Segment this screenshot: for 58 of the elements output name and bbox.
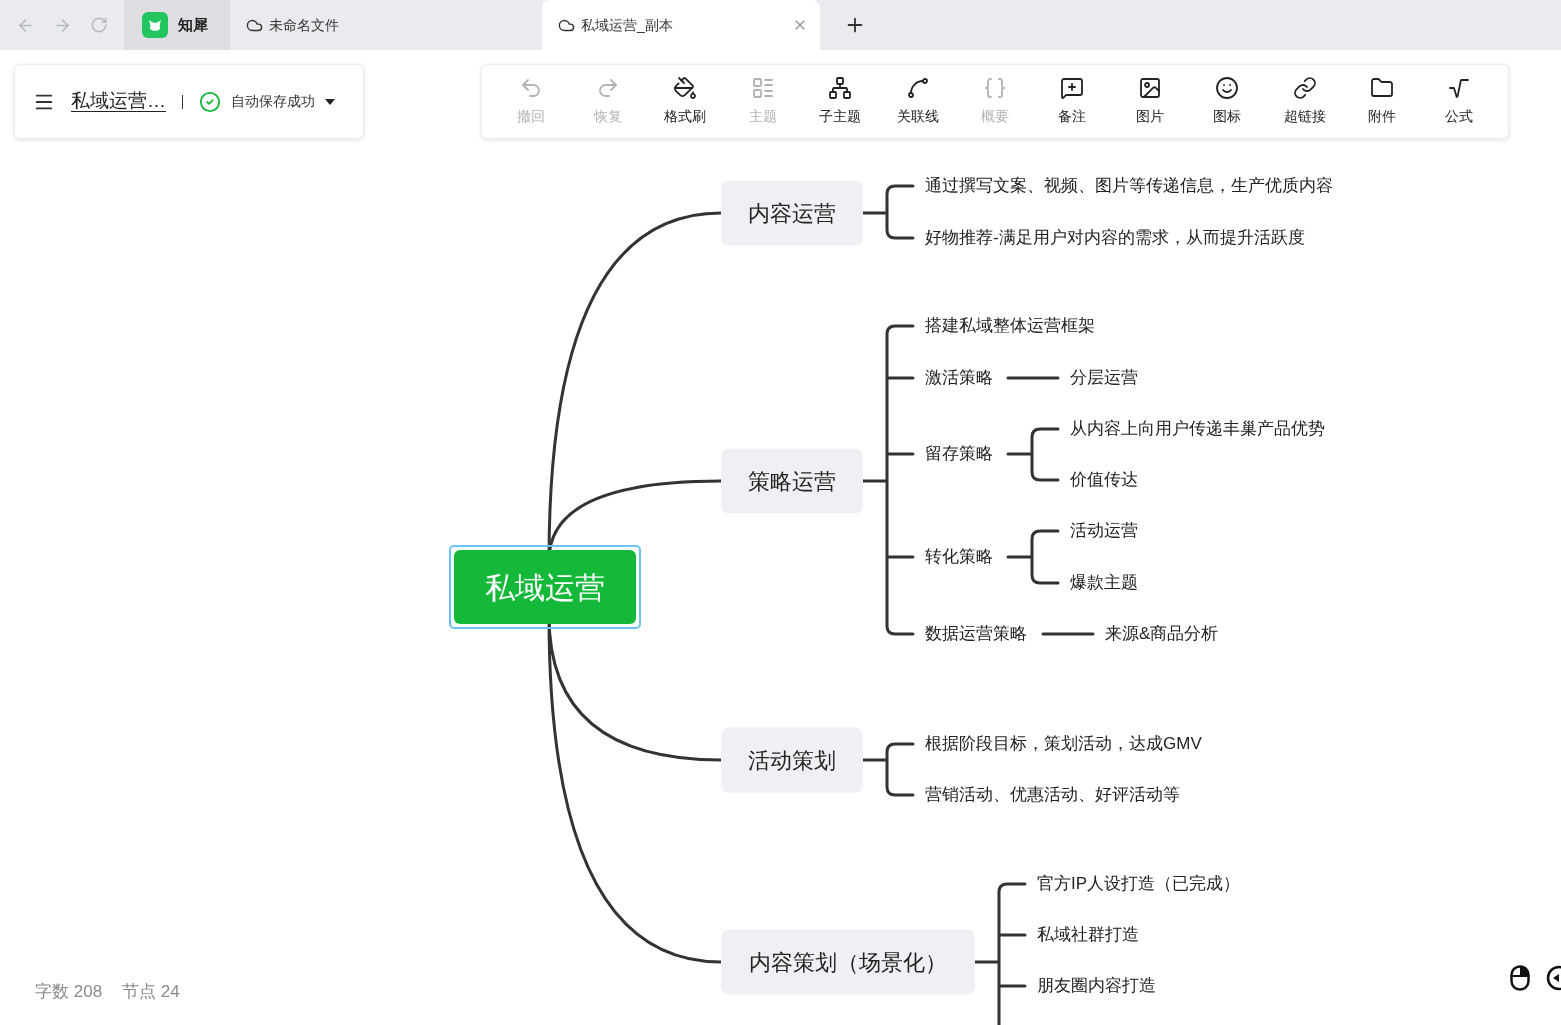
toolbar-button[interactable]: 图片 [1111,71,1189,132]
topic-text[interactable]: 从内容上向用户传递丰巢产品优势 [1070,417,1325,441]
word-count: 字数 208 [35,981,103,1003]
topic-text[interactable]: 官方IP人设打造（已完成） [1037,872,1241,896]
file-tab[interactable]: 未命名文件 [230,0,380,50]
topic-text[interactable]: 私域社群打造 [1037,923,1139,947]
mouse-icon[interactable] [1510,965,1530,991]
document-title[interactable]: 私域运营… [71,87,166,116]
subtopic-icon [828,76,853,100]
toolbar-button[interactable]: 超链接 [1265,71,1344,132]
braces-icon [983,76,1008,100]
folder-icon [1370,76,1394,100]
topic-text[interactable]: 根据阶段目标，策划活动，达成GMV [925,732,1202,756]
connector-line [1041,632,1095,636]
curve-line-icon [905,76,930,100]
topic-icon [750,76,775,100]
topic-text[interactable]: 活动运营 [1070,519,1138,543]
radical-icon [1447,76,1472,100]
topic-text[interactable]: 搭建私域整体运营框架 [925,314,1095,338]
connector-line [1006,376,1060,380]
topic-text[interactable]: 转化策略 [925,545,993,569]
collapse-icon[interactable] [1546,965,1561,991]
connector-line [1006,529,1060,585]
node-count: 节点 24 [122,981,180,1003]
logo-icon [142,12,168,38]
topic-text[interactable]: 激活策略 [925,366,993,390]
app-tab[interactable]: 知犀 [124,0,230,50]
toolbar-button[interactable]: 格式刷 [646,71,725,132]
topic-text[interactable]: 好物推荐-满足用户对内容的需求，从而提升活跃度 [925,226,1305,250]
topic-text[interactable]: 价值传达 [1070,468,1138,492]
note-icon [1060,76,1085,100]
topic-text[interactable]: 通过撰写文案、视频、图片等传递信息，生产优质内容 [925,174,1333,198]
branch-topic[interactable]: 活动策划 [721,727,863,793]
toolbar-button[interactable]: 子主题 [801,71,879,132]
paint-bucket-icon [673,76,698,100]
topic-text[interactable]: 分层运营 [1070,366,1138,390]
toolbar-button[interactable]: 图标 [1188,71,1266,132]
connector-line [1006,427,1060,482]
topic-text[interactable]: 营销活动、优惠活动、好评活动等 [925,783,1180,807]
branch-topic[interactable]: 策略运营 [721,448,863,514]
toolbar-button[interactable]: 附件 [1343,71,1421,132]
file-tab[interactable]: 私域运营_副本 [542,0,820,50]
toolbar-button[interactable]: 公式 [1420,71,1499,132]
topic-text[interactable]: 朋友圈内容打造 [1037,974,1156,998]
toolbar-button[interactable]: 备注 [1033,71,1112,132]
branch-topic[interactable]: 内容策划（场景化） [721,929,975,995]
caret-icon[interactable] [325,98,335,105]
toolbar-button[interactable]: 关联线 [878,71,957,132]
topic-text[interactable]: 爆款主题 [1070,571,1138,595]
topic-text[interactable]: 数据运营策略 [925,622,1027,646]
image-icon [1137,76,1162,100]
smile-icon [1215,76,1240,100]
branch-topic[interactable]: 内容运营 [721,180,863,246]
topic-text[interactable]: 来源&商品分析 [1105,622,1219,646]
topic-text[interactable]: 留存策略 [925,442,993,466]
save-status: 自动保存成功 [231,92,315,111]
saved-check-icon [199,90,221,113]
link-icon [1292,76,1317,100]
